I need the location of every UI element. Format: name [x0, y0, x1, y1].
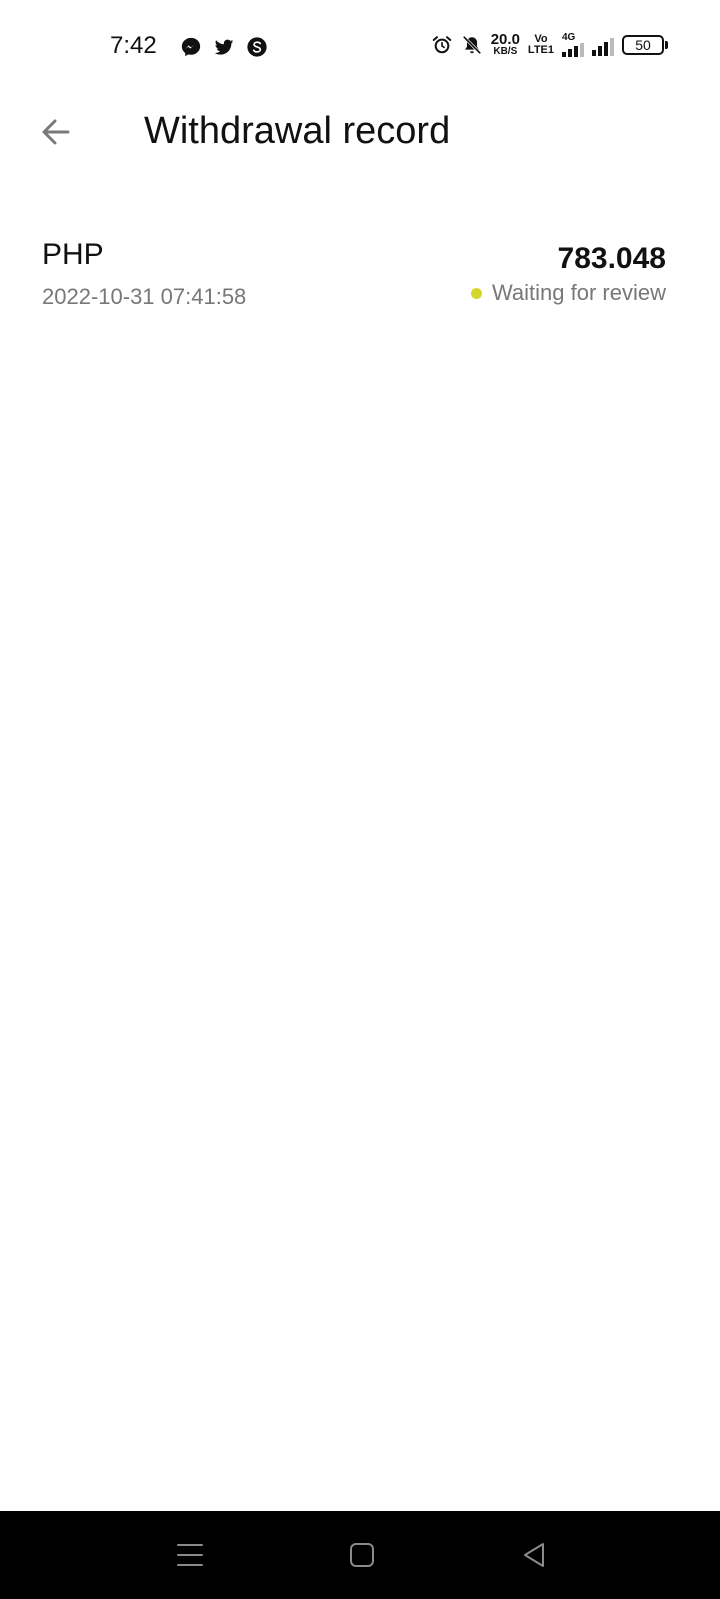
home-button[interactable] — [340, 1533, 384, 1577]
system-nav-bar — [0, 1511, 720, 1599]
volte-icon: Vo LTE1 — [527, 32, 554, 56]
s-app-icon — [247, 37, 267, 57]
battery-icon: 50 — [622, 34, 668, 55]
notification-icons — [180, 36, 268, 58]
alarm-icon — [432, 35, 451, 53]
network-speed-value: 20.0 — [490, 31, 520, 48]
recent-apps-button[interactable] — [168, 1533, 212, 1577]
status-dot-icon — [470, 287, 482, 299]
record-datetime: 2022-10-31 07:41:58 — [42, 284, 247, 309]
mute-icon — [462, 35, 481, 54]
system-back-button[interactable] — [512, 1533, 556, 1577]
volte-top: Vo — [534, 32, 548, 45]
twitter-icon — [214, 39, 234, 55]
network-speed: 20.0 KB/S — [491, 32, 520, 57]
network-speed-unit: KB/S — [493, 46, 518, 57]
record-amount: 783.048 — [557, 242, 666, 275]
status-bar: 7:42 20.0 KB/S Vo LTE1 4G 50 — [0, 0, 720, 96]
arrow-left-icon — [42, 119, 70, 145]
signal-4g-icon: 4G — [562, 31, 584, 57]
record-status-text: Waiting for review — [491, 280, 666, 305]
record-status: Waiting for review — [470, 280, 666, 306]
messenger-icon — [181, 37, 201, 57]
volte-bottom: LTE1 — [527, 43, 554, 56]
page-header: Withdrawal record — [0, 96, 720, 172]
menu-icon — [177, 1544, 203, 1566]
signal-icon — [592, 34, 614, 56]
home-icon — [350, 1543, 374, 1567]
back-triangle-icon — [524, 1543, 544, 1567]
record-currency: PHP — [42, 238, 104, 271]
network-type: 4G — [562, 31, 576, 43]
page-title: Withdrawal record — [144, 110, 451, 152]
back-button[interactable] — [30, 106, 82, 158]
battery-level: 50 — [622, 34, 664, 55]
system-icons: 20.0 KB/S Vo LTE1 4G 50 — [431, 32, 668, 57]
status-time: 7:42 — [110, 32, 157, 59]
withdrawal-record-item[interactable]: PHP 2022-10-31 07:41:58 783.048 Waiting … — [0, 230, 720, 330]
